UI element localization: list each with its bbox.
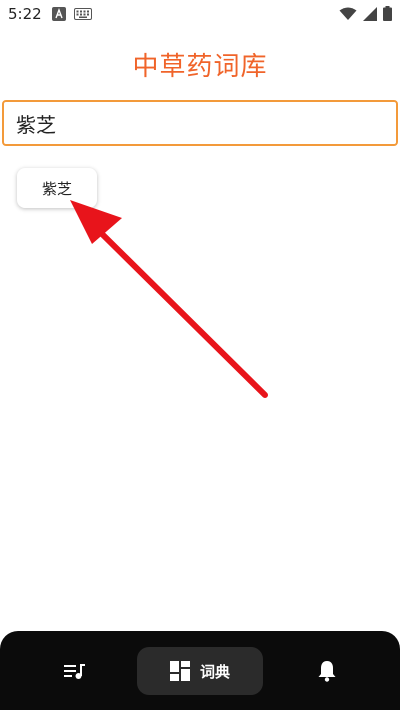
bottom-nav: 词典 [0,631,400,710]
playlist-music-icon [64,664,85,679]
dashboard-icon [169,661,190,681]
nav-item-dictionary[interactable]: 词典 [137,647,263,695]
annotation-arrow [70,200,268,398]
nav-dictionary-label: 词典 [199,662,230,681]
nav-item-notifications[interactable] [292,647,362,695]
nav-item-playlist[interactable] [40,647,110,695]
bell-icon [318,661,336,682]
